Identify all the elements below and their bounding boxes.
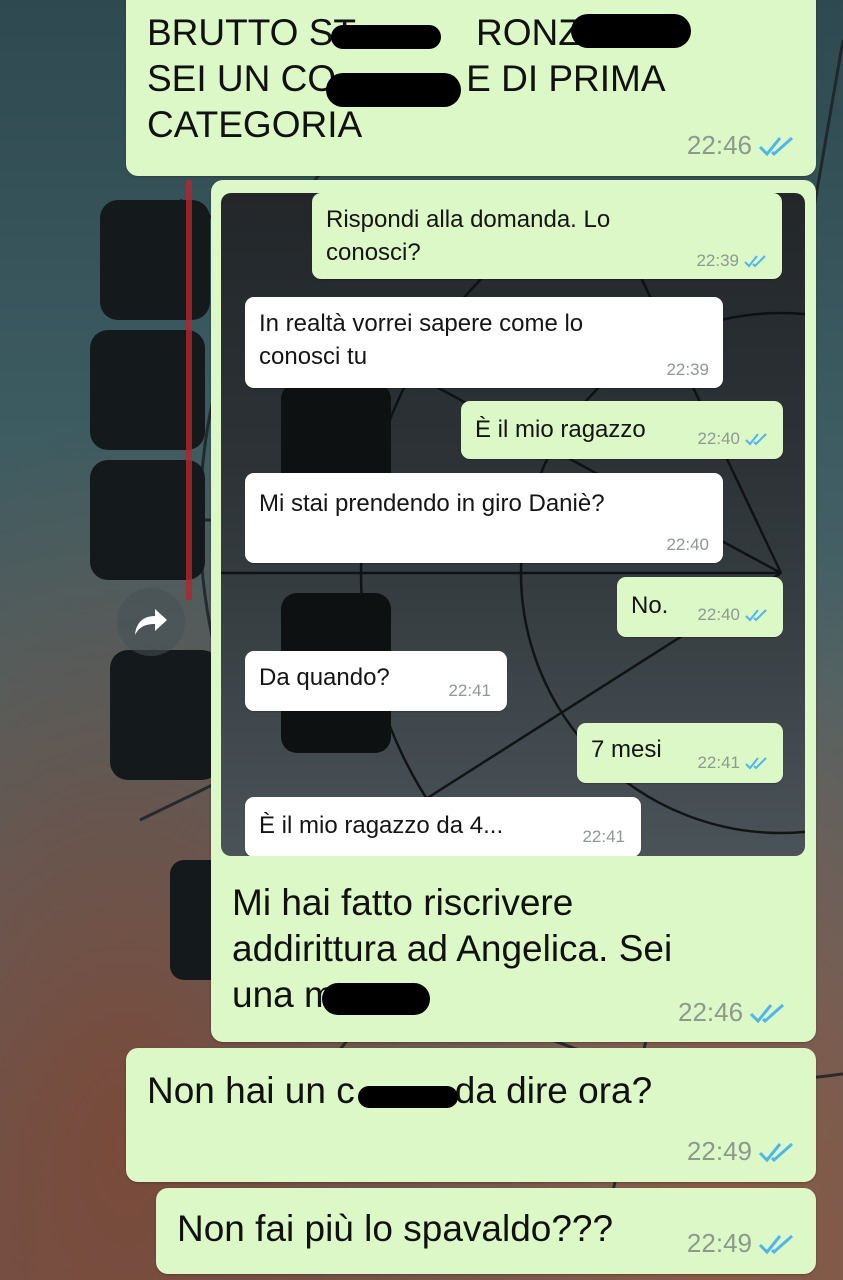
embedded-message: In realtà vorrei sapere come lo conosci t… xyxy=(245,297,723,388)
embedded-message: No. 22:40 xyxy=(617,577,783,637)
embedded-message: Da quando? 22:41 xyxy=(245,651,507,711)
double-check-icon xyxy=(758,1142,793,1162)
message-line: CATEGORIA xyxy=(147,104,363,145)
message-time: 22:49 xyxy=(686,1228,752,1258)
message-caption: Mi hai fatto riscrivere addirittura ad A… xyxy=(232,882,673,1015)
double-check-icon xyxy=(750,1003,785,1023)
message-meta: 22:49 xyxy=(687,1136,796,1167)
double-check-icon xyxy=(744,255,766,268)
message-bubble-4[interactable]: Non fai più lo spavaldo??? 22:49 xyxy=(156,1188,816,1274)
message-meta: 22:46 xyxy=(687,130,796,161)
embedded-message: Rispondi alla domanda. Lo conosci? 22:39 xyxy=(312,193,782,279)
embedded-screenshot[interactable]: Rispondi alla domanda. Lo conosci? 22:39 … xyxy=(221,193,805,856)
double-check-icon xyxy=(758,136,793,156)
double-check-icon xyxy=(745,757,767,770)
redaction-mark xyxy=(326,73,461,107)
forward-arrow-icon xyxy=(135,609,167,635)
embedded-message: 7 mesi 22:41 xyxy=(577,723,783,783)
forward-button[interactable] xyxy=(117,588,185,656)
message-meta: 22:46 xyxy=(678,997,787,1028)
redaction-mark xyxy=(358,1086,458,1108)
redaction-mark xyxy=(322,983,430,1015)
embedded-message: È il mio ragazzo 22:40 xyxy=(461,401,783,459)
message-time: 22:46 xyxy=(678,997,744,1027)
message-time: 22:46 xyxy=(686,130,752,160)
embedded-message: Mi stai prendendo in giro Daniè? 22:40 xyxy=(245,473,723,563)
message-time: 22:49 xyxy=(686,1136,752,1166)
message-bubble-1[interactable]: BRUTTO STRONZO BA SEI UN COE DI PRIMA CA… xyxy=(126,0,816,176)
redaction-mark xyxy=(331,25,441,49)
redaction-mark xyxy=(571,14,691,48)
message-meta: 22:49 xyxy=(687,1228,796,1259)
message-bubble-3[interactable]: Non hai un c da dire ora? 22:49 xyxy=(126,1048,816,1182)
double-check-icon xyxy=(745,609,767,622)
double-check-icon xyxy=(758,1234,793,1254)
double-check-icon xyxy=(745,433,767,446)
embedded-message: È il mio ragazzo da 4... 22:41 xyxy=(245,797,641,856)
